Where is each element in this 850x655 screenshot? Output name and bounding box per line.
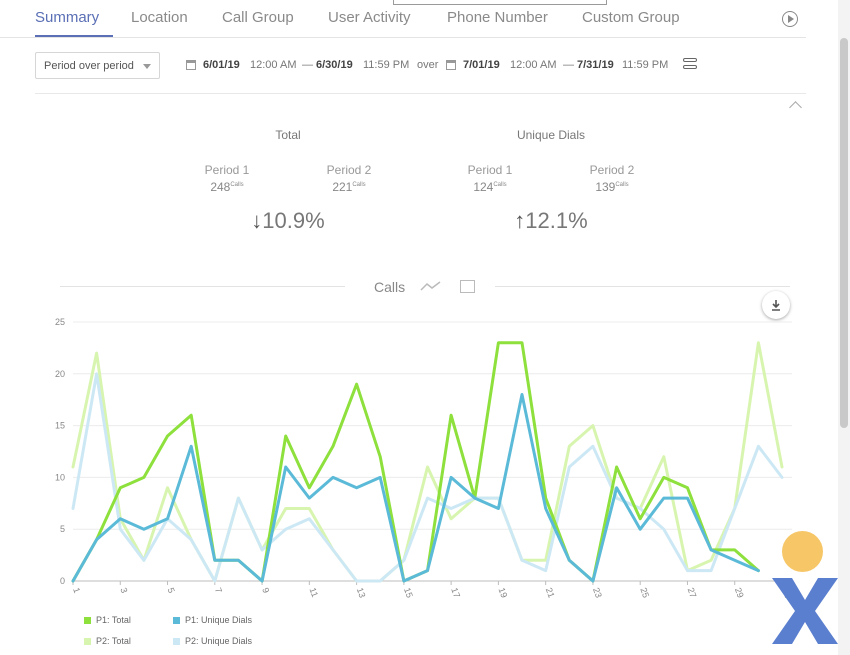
unique-period1-label: Period 1 — [467, 163, 513, 177]
chart-title-rule — [60, 286, 345, 287]
unique-change: ↑12.1% — [514, 208, 588, 233]
overlay-edge — [393, 0, 607, 5]
legend-swatch — [173, 617, 180, 624]
total-title: Total — [275, 128, 301, 142]
arrow-down-icon: ↓ — [251, 208, 263, 233]
range1-end-time: 11:59 PM — [363, 59, 410, 71]
section-divider — [35, 93, 806, 94]
range-dash: — — [563, 59, 574, 71]
total-change: ↓10.9% — [251, 208, 325, 233]
range1-end-date: 6/30/19 — [316, 59, 353, 71]
legend-p1-unique[interactable]: P1: Unique Dials — [173, 615, 252, 625]
range2-start[interactable]: 7/01/19 — [463, 59, 500, 71]
tab-summary[interactable]: Summary — [35, 9, 99, 26]
x-tick-label: 17 — [449, 586, 462, 599]
period-comparison-select[interactable]: Period over period — [35, 52, 160, 79]
unique-dials-title: Unique Dials — [516, 128, 586, 142]
legend-swatch — [84, 617, 91, 624]
range2-start-date: 7/01/19 — [463, 59, 500, 71]
y-tick-label: 5 — [60, 524, 65, 534]
x-tick-label: 7 — [213, 586, 224, 594]
range1-start-time: 12:00 AM — [250, 59, 297, 71]
x-tick-label: 15 — [402, 586, 415, 599]
range2-start-time: 12:00 AM — [510, 59, 557, 71]
tab-call-group[interactable]: Call Group — [222, 9, 294, 26]
total-period2-label: Period 2 — [326, 163, 372, 177]
unique-period1-value: 124Calls — [473, 180, 507, 194]
unique-period2-value: 139Calls — [595, 180, 629, 194]
series-line-p1-unique-dials — [71, 393, 760, 583]
x-tick-label: 21 — [544, 586, 557, 599]
legend-p1-total[interactable]: P1: Total — [84, 615, 131, 625]
range2-end[interactable]: 7/31/19 — [577, 59, 614, 71]
chevron-up-icon[interactable] — [789, 101, 802, 114]
expand-icon[interactable] — [460, 280, 475, 293]
x-tick-label: 13 — [355, 586, 368, 599]
filter-settings-icon[interactable] — [683, 58, 697, 71]
legend-p2-total[interactable]: P2: Total — [84, 636, 131, 646]
x-tick-label: 23 — [591, 586, 604, 599]
active-tab-indicator — [35, 35, 113, 37]
calendar-icon[interactable] — [446, 60, 456, 70]
y-tick-label: 25 — [55, 317, 65, 327]
vertical-scrollbar[interactable] — [838, 0, 850, 655]
chevron-down-icon — [143, 64, 151, 69]
tab-custom-group[interactable]: Custom Group — [582, 9, 680, 26]
calls-line-chart: 0510152025135791113151719212325272931 — [55, 317, 793, 599]
trend-line-icon[interactable] — [420, 280, 442, 292]
tab-phone-number[interactable]: Phone Number — [447, 9, 548, 26]
calendar-icon[interactable] — [186, 60, 196, 70]
total-period1-value: 248Calls — [210, 180, 244, 194]
x-tick-label: 25 — [638, 586, 651, 599]
x-tick-label: 27 — [686, 586, 699, 599]
y-tick-label: 15 — [55, 421, 65, 431]
range-dash: — — [302, 59, 313, 71]
total-period1-label: Period 1 — [204, 163, 250, 177]
total-period2-value: 221Calls — [332, 180, 366, 194]
logo-dot — [782, 531, 823, 572]
series-line-p2-total — [71, 341, 784, 583]
brand-logo-icon — [772, 578, 838, 644]
scrollbar-thumb[interactable] — [840, 38, 848, 428]
series-line-p1-total — [71, 341, 760, 583]
x-tick-label: 9 — [260, 586, 271, 594]
legend-p2-unique[interactable]: P2: Unique Dials — [173, 636, 252, 646]
y-tick-label: 20 — [55, 369, 65, 379]
x-tick-label: 1 — [71, 586, 82, 594]
x-tick-label: 29 — [733, 586, 746, 599]
y-tick-label: 10 — [55, 472, 65, 482]
period-select-value: Period over period — [44, 60, 134, 72]
x-tick-label: 5 — [166, 586, 177, 594]
arrow-up-icon: ↑ — [514, 208, 526, 233]
x-tick-label: 19 — [497, 586, 510, 599]
chart-title-rule — [495, 286, 790, 287]
chart-title: Calls — [374, 279, 406, 295]
x-tick-label: 3 — [118, 586, 129, 594]
x-tick-label: 11 — [307, 586, 320, 598]
y-tick-label: 0 — [60, 576, 65, 586]
range2-end-date: 7/31/19 — [577, 59, 614, 71]
range1-end[interactable]: 6/30/19 — [316, 59, 353, 71]
tab-location[interactable]: Location — [131, 9, 188, 26]
over-label: over — [417, 59, 439, 71]
play-icon[interactable] — [782, 11, 798, 27]
range1-start[interactable]: 6/01/19 — [203, 59, 240, 71]
tab-user-activity[interactable]: User Activity — [328, 9, 411, 26]
unique-period2-label: Period 2 — [589, 163, 635, 177]
report-tabs: Summary Location Call Group User Activit… — [0, 0, 806, 38]
legend-swatch — [173, 638, 180, 645]
range2-end-time: 11:59 PM — [622, 59, 669, 71]
range1-start-date: 6/01/19 — [203, 59, 240, 71]
legend-swatch — [84, 638, 91, 645]
